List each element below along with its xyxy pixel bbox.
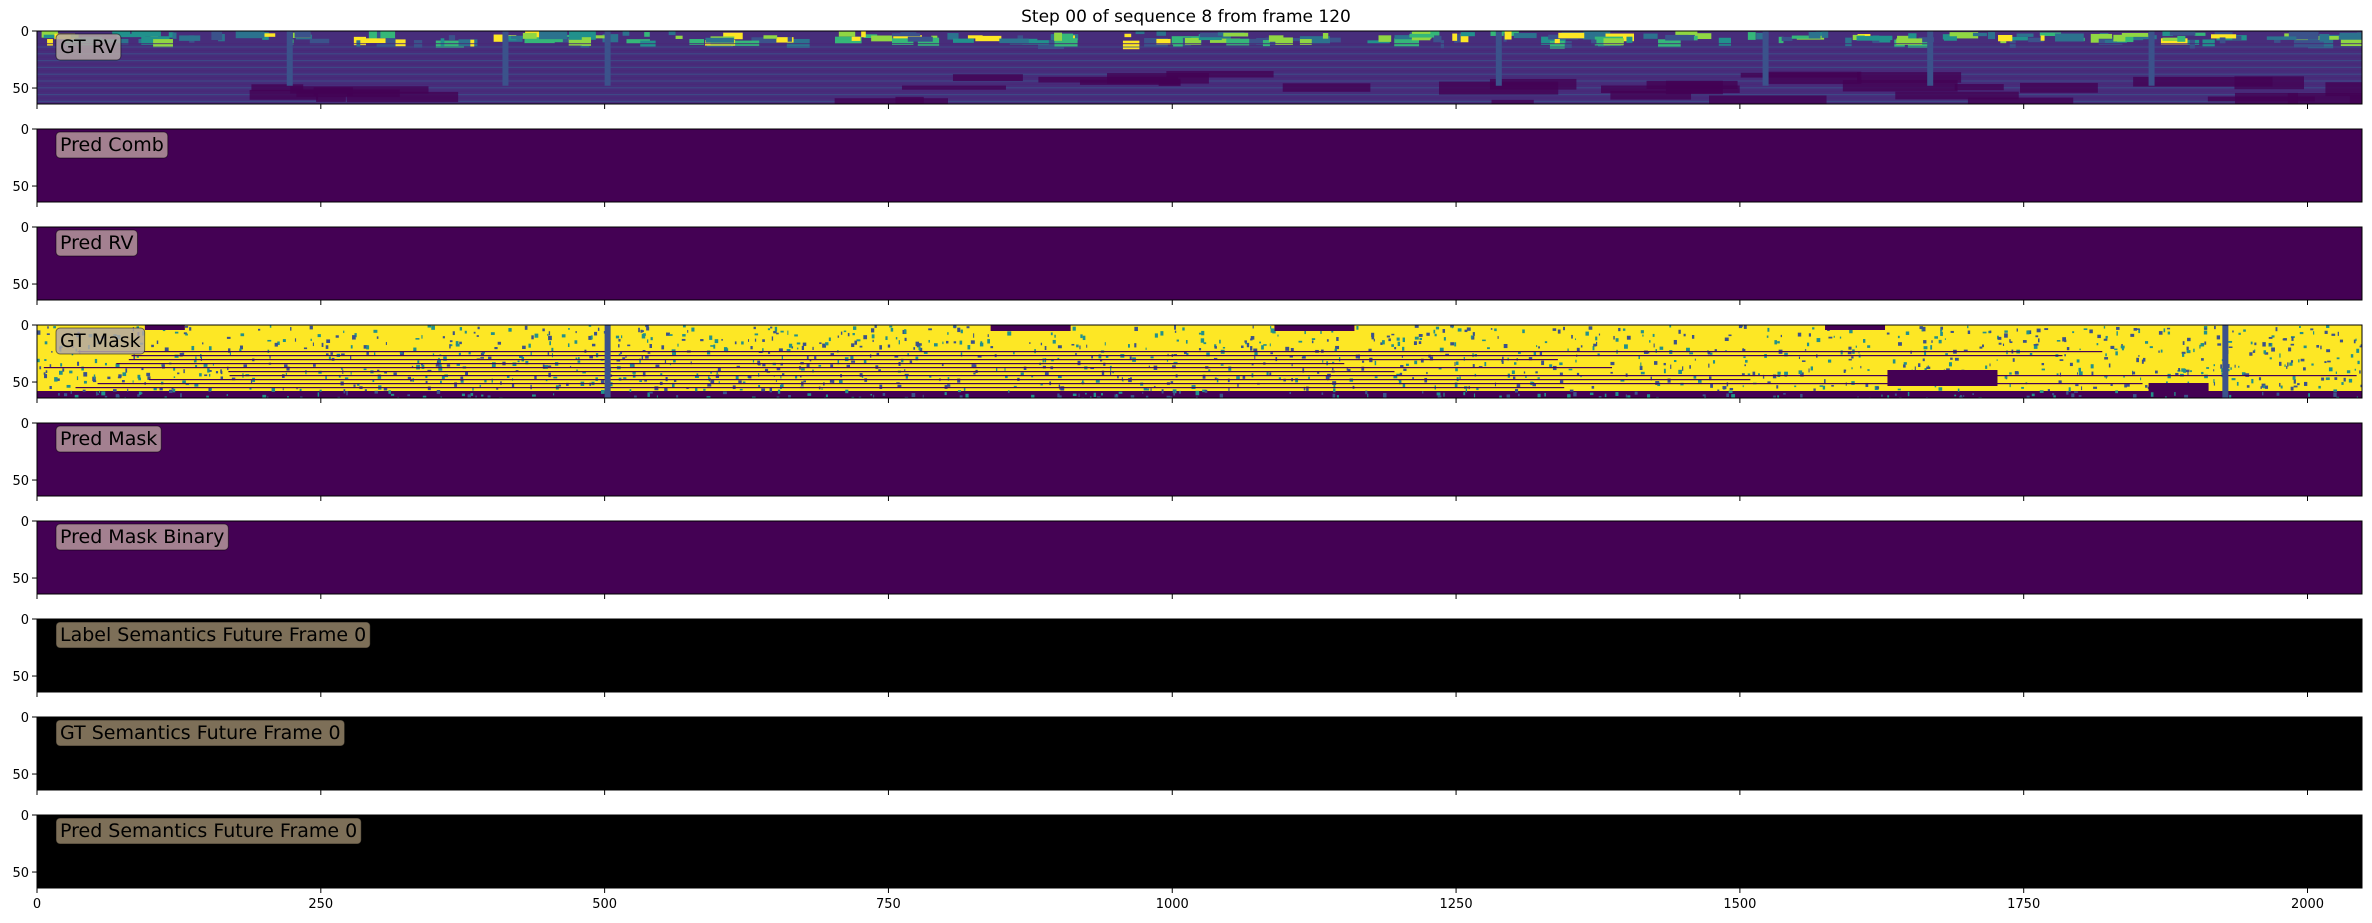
panel-image (37, 227, 2362, 300)
panel-image (37, 521, 2362, 594)
x-tick-label: 250 (308, 897, 333, 912)
panel-image (37, 815, 2362, 888)
y-tick-label: 0 (21, 319, 29, 334)
y-tick-label: 0 (21, 221, 29, 236)
gt-mask-image (37, 325, 2362, 398)
panel-image (37, 423, 2362, 496)
panel-label: Pred Mask (60, 428, 157, 450)
y-tick-label: 50 (12, 180, 29, 195)
panel-image (37, 129, 2362, 202)
x-tick-label: 1750 (2007, 897, 2040, 912)
panel-image (37, 619, 2362, 692)
y-tick-label: 0 (21, 123, 29, 138)
y-tick-label: 50 (12, 866, 29, 881)
panel-label: GT Mask (60, 330, 141, 352)
panel-label: Label Semantics Future Frame 0 (60, 624, 366, 646)
panel-image (37, 717, 2362, 790)
panel-label: GT RV (60, 36, 117, 58)
y-tick-label: 0 (21, 809, 29, 824)
panel-label: Pred Semantics Future Frame 0 (60, 820, 357, 842)
y-tick-label: 0 (21, 613, 29, 628)
x-tick-label: 1250 (1440, 897, 1473, 912)
x-tick-label: 2000 (2291, 897, 2324, 912)
panel-label: Pred RV (60, 232, 133, 254)
x-tick-label: 500 (592, 897, 617, 912)
panel-label: Pred Comb (60, 134, 164, 156)
x-tick-label: 0 (33, 897, 41, 912)
x-tick-label: 750 (876, 897, 901, 912)
y-tick-label: 50 (12, 474, 29, 489)
y-tick-label: 0 (21, 711, 29, 726)
y-tick-label: 50 (12, 670, 29, 685)
y-tick-label: 0 (21, 417, 29, 432)
figure-canvas: 0 50 GT RV 0 50 Pred Comb 0 50 Pred RV 0 50 GT Mask… (12, 25, 2363, 912)
y-tick-label: 50 (12, 572, 29, 587)
y-tick-label: 50 (12, 376, 29, 391)
panel-label: Pred Mask Binary (60, 526, 224, 548)
y-tick-label: 50 (12, 278, 29, 293)
panel-label: GT Semantics Future Frame 0 (60, 722, 341, 744)
y-tick-label: 50 (12, 82, 29, 97)
gt-rv-image (37, 31, 2362, 104)
x-tick-label: 1000 (1156, 897, 1189, 912)
y-tick-label: 0 (21, 25, 29, 40)
y-tick-label: 50 (12, 768, 29, 783)
y-tick-label: 0 (21, 515, 29, 530)
x-tick-label: 1500 (1723, 897, 1756, 912)
